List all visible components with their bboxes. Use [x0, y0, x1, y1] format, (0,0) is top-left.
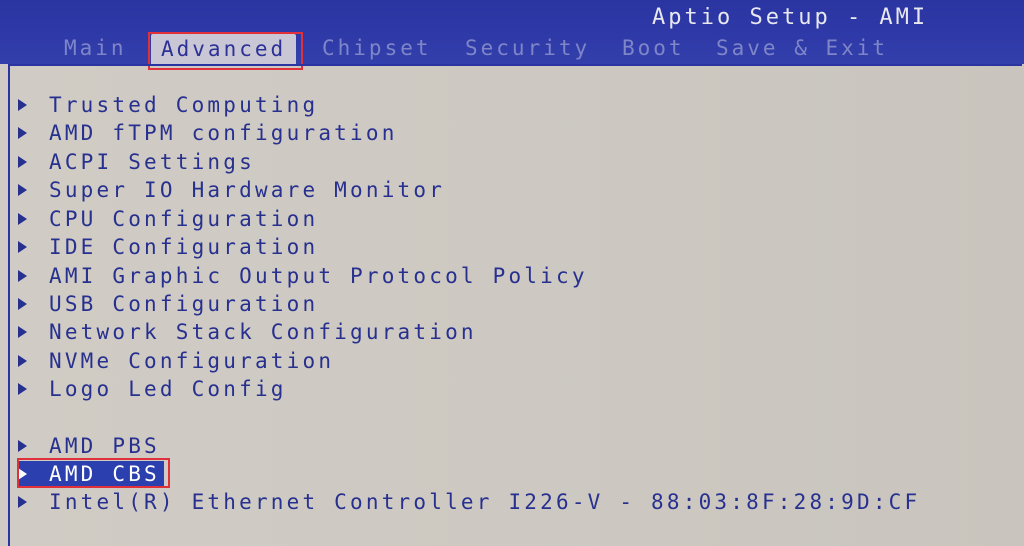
menu-item-super-io[interactable]: Super IO Hardware Monitor: [18, 177, 445, 203]
menu-item-logo-led[interactable]: Logo Led Config: [18, 376, 287, 402]
submenu-arrow-icon: [18, 440, 27, 452]
header-bar: Aptio Setup - AMI Main Advanced Chipset …: [0, 0, 1024, 64]
submenu-arrow-icon: [18, 383, 27, 395]
tab-bar: Main Advanced Chipset Security Boot Save…: [0, 34, 1024, 64]
menu-item-amd-cbs[interactable]: AMD CBS: [18, 461, 164, 487]
menu-item-usb-config[interactable]: USB Configuration: [18, 291, 318, 317]
menu-item-intel-ethernet[interactable]: Intel(R) Ethernet Controller I226-V - 88…: [18, 489, 920, 515]
menu-item-trusted-computing[interactable]: Trusted Computing: [18, 92, 318, 118]
submenu-arrow-icon: [18, 156, 27, 168]
submenu-arrow-icon: [18, 326, 27, 338]
menu-item-label: IDE Configuration: [49, 235, 319, 259]
submenu-arrow-icon: [18, 127, 27, 139]
submenu-arrow-icon: [18, 241, 27, 253]
menu-item-label: Logo Led Config: [49, 377, 287, 401]
menu-item-label: AMD fTPM configuration: [49, 121, 398, 145]
menu-item-amd-pbs[interactable]: AMD PBS: [18, 433, 160, 459]
menu-item-ide-config[interactable]: IDE Configuration: [18, 234, 318, 260]
menu-item-acpi-settings[interactable]: ACPI Settings: [18, 149, 255, 175]
submenu-arrow-icon: [18, 468, 27, 480]
tab-boot[interactable]: Boot: [622, 34, 685, 62]
submenu-arrow-icon: [18, 496, 27, 508]
bios-screen: Aptio Setup - AMI Main Advanced Chipset …: [0, 0, 1024, 546]
tab-advanced[interactable]: Advanced: [151, 34, 297, 64]
menu-item-label: Super IO Hardware Monitor: [49, 178, 446, 202]
app-title: Aptio Setup - AMI: [652, 5, 929, 30]
menu-item-label: Trusted Computing: [49, 93, 319, 117]
menu-item-label: AMD CBS: [49, 462, 160, 486]
tab-main[interactable]: Main: [64, 34, 127, 62]
tab-chipset[interactable]: Chipset: [322, 34, 432, 62]
menu-item-nvme-config[interactable]: NVMe Configuration: [18, 348, 334, 374]
submenu-arrow-icon: [18, 270, 27, 282]
menu-panel: Trusted Computing AMD fTPM configuration…: [8, 64, 1022, 546]
menu-item-label: AMD PBS: [49, 434, 160, 458]
menu-item-label: ACPI Settings: [49, 150, 255, 174]
submenu-arrow-icon: [18, 184, 27, 196]
menu-item-label: Network Stack Configuration: [49, 320, 477, 344]
menu-item-label: Intel(R) Ethernet Controller I226-V - 88…: [49, 490, 921, 514]
submenu-arrow-icon: [18, 213, 27, 225]
menu-item-label: AMI Graphic Output Protocol Policy: [49, 264, 588, 288]
menu-item-label: USB Configuration: [49, 292, 319, 316]
menu-item-amd-ftpm[interactable]: AMD fTPM configuration: [18, 120, 398, 146]
tab-security[interactable]: Security: [465, 34, 590, 62]
tab-save-exit[interactable]: Save & Exit: [716, 34, 888, 62]
submenu-arrow-icon: [18, 355, 27, 367]
menu-item-label: NVMe Configuration: [49, 349, 335, 373]
menu-item-network-stack[interactable]: Network Stack Configuration: [18, 319, 477, 345]
menu-item-cpu-config[interactable]: CPU Configuration: [18, 206, 318, 232]
menu-item-ami-gop-policy[interactable]: AMI Graphic Output Protocol Policy: [18, 263, 588, 289]
menu-item-label: CPU Configuration: [49, 207, 319, 231]
submenu-arrow-icon: [18, 298, 27, 310]
submenu-arrow-icon: [18, 99, 27, 111]
